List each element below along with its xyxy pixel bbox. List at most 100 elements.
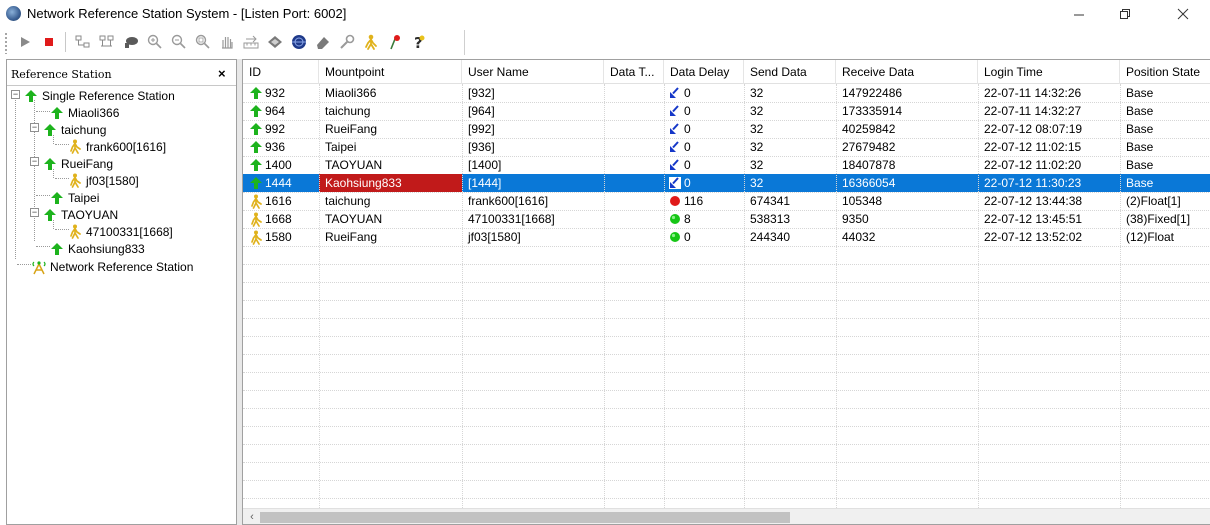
maximize-button[interactable] xyxy=(1102,0,1148,27)
tree-node-47100331[interactable]: 47100331[1668] xyxy=(67,223,173,240)
cell-send-data: 538313 xyxy=(744,210,836,228)
red-status-dot-icon xyxy=(669,195,681,207)
cell-mountpoint-text: Taipei xyxy=(325,140,357,154)
network-config-button[interactable] xyxy=(96,31,118,53)
pan-button[interactable] xyxy=(216,31,238,53)
station-icon xyxy=(42,156,58,172)
tree-collapse-toggle[interactable]: − xyxy=(30,157,39,166)
close-button[interactable] xyxy=(1160,0,1206,27)
distance-button[interactable] xyxy=(240,31,262,53)
tree-node-single-reference-station[interactable]: Single Reference Station xyxy=(23,87,175,104)
cell-data-delay-text: 0 xyxy=(684,176,691,190)
tree-connector xyxy=(36,195,50,196)
column-header-position-state[interactable]: Position State xyxy=(1120,60,1210,84)
cell-mountpoint-text: Miaoli366 xyxy=(325,86,377,100)
eraser-button[interactable] xyxy=(312,31,334,53)
cell-user-name-text: [1444] xyxy=(468,176,502,190)
cell-mountpoint: TAOYUAN xyxy=(319,156,462,174)
cell-position-state: (12)Float xyxy=(1120,228,1210,246)
cell-login-time-text: 22-07-12 11:30:23 xyxy=(984,176,1082,190)
cell-receive-data: 27679482 xyxy=(836,138,978,156)
table-row[interactable]: 1668 TAOYUAN 47100331[1668] 8 538313 9350 22-0… xyxy=(243,210,1210,228)
table-row[interactable]: 1580 RueiFang jf03[1580] 0 244340 44032 22-07-… xyxy=(243,228,1210,246)
cell-send-data: 32 xyxy=(744,174,836,192)
column-header-receive-data[interactable]: Receive Data xyxy=(836,60,978,84)
horizontal-scrollbar[interactable]: ‹ xyxy=(243,508,1210,524)
cell-mountpoint-text: TAOYUAN xyxy=(325,158,383,172)
play-button[interactable] xyxy=(14,31,36,53)
stop-button[interactable] xyxy=(38,31,60,53)
network-add-button[interactable] xyxy=(72,31,94,53)
table-row[interactable]: 1616 taichung frank600[1616] 116 674341 10534… xyxy=(243,192,1210,210)
scrollbar-thumb[interactable] xyxy=(260,512,790,523)
row-gridline xyxy=(243,264,1210,265)
tree-node-rueifang[interactable]: RueiFang xyxy=(42,155,113,172)
distance-icon xyxy=(243,35,259,49)
table-row[interactable]: 1444 Kaohsiung833 [1444] 0 32 16366054 22-07-1… xyxy=(243,174,1210,192)
cell-position-state: Base xyxy=(1120,102,1210,120)
zoom-fit-button[interactable] xyxy=(192,31,214,53)
layer-button[interactable] xyxy=(264,31,286,53)
column-header-mountpoint[interactable]: Mountpoint xyxy=(319,60,462,84)
tree-node-taichung[interactable]: taichung xyxy=(42,121,106,138)
column-header-login-time[interactable]: Login Time xyxy=(978,60,1120,84)
cell-position-state-text: (38)Fixed[1] xyxy=(1126,212,1191,226)
tree-collapse-toggle[interactable]: − xyxy=(30,208,39,217)
scroll-left-button[interactable]: ‹ xyxy=(245,510,259,524)
user-button[interactable] xyxy=(360,31,382,53)
cell-receive-data-text: 16366054 xyxy=(842,176,896,190)
table-row[interactable]: 936 Taipei [936] 0 32 27679482 22-07-12 11:02:… xyxy=(243,138,1210,156)
help-button[interactable]: ? xyxy=(408,31,430,53)
cell-login-time: 22-07-12 11:02:20 xyxy=(978,156,1120,174)
column-header-send-data[interactable]: Send Data xyxy=(744,60,836,84)
table-row[interactable]: 932 Miaoli366 [932] 0 32 147922486 22-07-11 14… xyxy=(243,84,1210,102)
zoom-out-button[interactable] xyxy=(168,31,190,53)
tree-node-miaoli366[interactable]: Miaoli366 xyxy=(49,104,119,121)
tree-node-taoyuan[interactable]: TAOYUAN xyxy=(42,206,118,223)
cell-id-text: 936 xyxy=(265,140,286,154)
tree-node-kaohsiung833[interactable]: Kaohsiung833 xyxy=(49,240,145,257)
cell-receive-data-text: 44032 xyxy=(842,230,876,244)
cell-login-time: 22-07-12 13:45:51 xyxy=(978,210,1120,228)
wrench-button[interactable] xyxy=(336,31,358,53)
app-globe-icon xyxy=(6,6,21,21)
table-row[interactable]: 1400 TAOYUAN [1400] 0 32 18407878 22-07-12 11:… xyxy=(243,156,1210,174)
cell-send-data-text: 32 xyxy=(750,176,764,190)
table-row[interactable]: 992 RueiFang [992] 0 32 40259842 22-07-12 08:0… xyxy=(243,120,1210,138)
tree-node-frank600[interactable]: frank600[1616] xyxy=(67,138,166,155)
cell-mountpoint: Kaohsiung833 xyxy=(319,174,462,192)
minimize-button[interactable] xyxy=(1056,0,1102,27)
tree-node-jf03[interactable]: jf03[1580] xyxy=(67,172,139,189)
tree-panel-close-button[interactable]: × xyxy=(218,66,226,81)
column-header-id[interactable]: ID xyxy=(243,60,319,84)
tree-collapse-toggle[interactable]: − xyxy=(30,123,39,132)
cell-data-delay-text: 0 xyxy=(684,122,691,136)
cell-mountpoint-text: RueiFang xyxy=(325,230,378,244)
cell-send-data-text: 244340 xyxy=(750,230,791,244)
cell-send-data-text: 538313 xyxy=(750,212,791,226)
toolbar: ? xyxy=(0,27,1210,58)
cell-receive-data: 147922486 xyxy=(836,84,978,102)
column-gridline xyxy=(462,84,463,508)
column-header-user-name[interactable]: User Name xyxy=(462,60,604,84)
tree-node-label: frank600[1616] xyxy=(86,139,167,154)
globe-button[interactable] xyxy=(288,31,310,53)
station-icon xyxy=(49,241,65,257)
tree-collapse-toggle[interactable]: − xyxy=(11,90,20,99)
cell-user-name: [964] xyxy=(462,102,604,120)
row-gridline xyxy=(243,336,1210,337)
column-header-data-type[interactable]: Data T... xyxy=(604,60,664,84)
connect-button[interactable] xyxy=(120,31,142,53)
toolbar-grip[interactable] xyxy=(4,32,8,54)
green-status-dot-icon xyxy=(669,231,681,243)
marker-button[interactable] xyxy=(384,31,406,53)
down-arrow-icon xyxy=(669,105,681,117)
zoom-in-button[interactable] xyxy=(144,31,166,53)
cell-login-time-text: 22-07-12 11:02:15 xyxy=(984,140,1082,154)
tree-connector xyxy=(36,111,50,112)
tree-node-taipei[interactable]: Taipei xyxy=(49,189,99,206)
cell-receive-data-text: 105348 xyxy=(842,194,883,208)
tree-node-network-reference-station[interactable]: Network Reference Station xyxy=(31,258,193,275)
column-header-data-delay[interactable]: Data Delay xyxy=(664,60,744,84)
table-row[interactable]: 964 taichung [964] 0 32 173335914 22-07-11 14:… xyxy=(243,102,1210,120)
